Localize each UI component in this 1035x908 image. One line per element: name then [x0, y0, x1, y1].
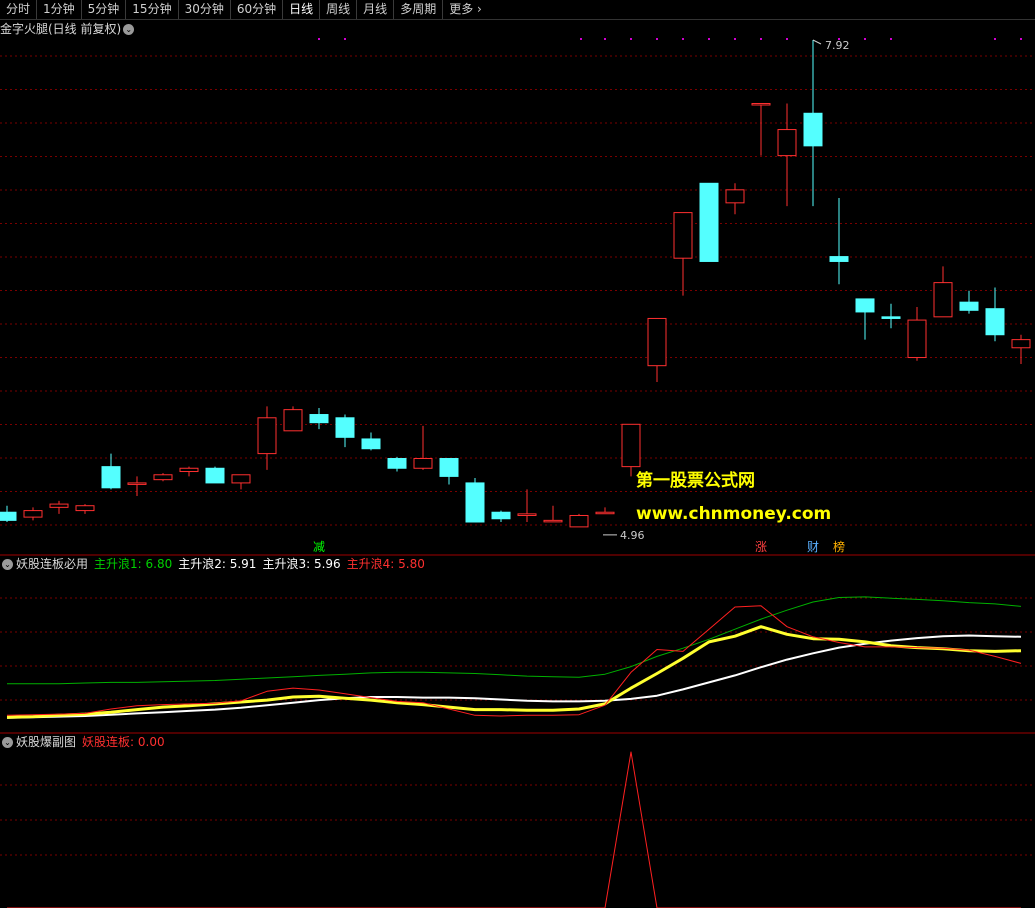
candle-body [335, 417, 355, 438]
candle-body [413, 457, 433, 469]
top-dot-marker [994, 38, 996, 40]
candle-body [439, 457, 459, 477]
top-dot-marker [580, 38, 582, 40]
candle-body [179, 467, 199, 473]
candle-body [725, 189, 745, 204]
candle-body [985, 308, 1005, 336]
indicator-series-1 [6, 634, 1022, 719]
candle-body [543, 519, 563, 523]
legend-entry: 主升浪2: 5.91 [178, 557, 257, 571]
sub-panel-name: 妖股爆副图 [16, 735, 77, 749]
collapse-icon[interactable]: ⌄ [2, 736, 13, 748]
main-panel-header: 金字火腿(日线 前复权) ⌄ [0, 21, 137, 37]
event-marker: 财 [807, 540, 819, 554]
top-dot-marker [786, 38, 788, 40]
candle-body [231, 474, 251, 484]
candle-body [361, 438, 381, 450]
candle-body [283, 409, 303, 432]
top-dot-marker [630, 38, 632, 40]
candle-body [881, 316, 901, 319]
high-arrow [812, 39, 822, 45]
top-dot-marker [760, 38, 762, 40]
candle-body [465, 482, 485, 523]
candle-body [673, 212, 693, 259]
candle-body [621, 423, 641, 468]
event-marker: 榜 [833, 539, 845, 554]
candle-body [517, 513, 537, 516]
candle-body [907, 319, 927, 359]
legend-entry: 主升浪4: 5.80 [346, 557, 425, 571]
candle-body [101, 466, 121, 489]
top-dot-marker [318, 38, 320, 40]
candle-body [257, 417, 277, 455]
top-dot-marker [890, 38, 892, 40]
indicator-series-0 [7, 596, 1022, 685]
low-price-label: 4.96 [620, 529, 645, 542]
top-dot-marker [864, 38, 866, 40]
stock-chart[interactable]: 7.92 4.96 减 涨 财榜 第一股票公式网 www.chnmoney.com [0, 0, 1035, 908]
candle-body [23, 510, 43, 518]
candle-body [1011, 339, 1031, 349]
candle-body [569, 514, 589, 528]
indicator-series-2 [6, 625, 1022, 719]
indicator-panel-name: 妖股连板必用 [16, 557, 89, 571]
candle-body [153, 474, 173, 481]
top-dot-marker [682, 38, 684, 40]
candle-body [0, 511, 17, 521]
candle-body [387, 457, 407, 469]
sub-panel-header: ⌄ 妖股爆副图 妖股连板: 0.00 [0, 734, 165, 750]
collapse-icon[interactable]: ⌄ [123, 23, 135, 35]
candle-body [595, 511, 615, 515]
candle-body [751, 103, 771, 106]
candle-body [75, 505, 95, 512]
event-marker: 涨 [755, 539, 767, 554]
top-dot-marker [1020, 38, 1022, 40]
collapse-icon[interactable]: ⌄ [2, 558, 13, 570]
top-dot-marker [734, 38, 736, 40]
signal-series-0 [7, 751, 1021, 908]
high-price-label: 7.92 [825, 39, 850, 52]
top-dot-marker [708, 38, 710, 40]
top-dot-marker [604, 38, 606, 40]
candle-body [855, 298, 875, 313]
legend-entry: 主升浪1: 6.80 [94, 557, 173, 571]
top-dot-marker [344, 38, 346, 40]
candle-body [49, 503, 69, 508]
candle-body [647, 317, 667, 367]
watermark-url: www.chnmoney.com [636, 504, 831, 524]
candle-body [803, 112, 823, 147]
candle-body [829, 256, 849, 262]
event-marker: 减 [313, 540, 325, 554]
candle-body [491, 511, 511, 520]
candle-body [127, 482, 147, 485]
candle-body [205, 467, 225, 484]
candle-body [699, 182, 719, 262]
candle-body [309, 414, 329, 424]
legend-entry: 妖股连板: 0.00 [82, 735, 165, 749]
top-dot-marker [656, 38, 658, 40]
watermark-title: 第一股票公式网 [636, 470, 755, 491]
legend-entry: 主升浪3: 5.96 [262, 557, 341, 571]
main-panel-title: 金字火腿(日线 前复权) [0, 22, 122, 36]
candle-body [933, 282, 953, 318]
indicator-panel-header: ⌄ 妖股连板必用 主升浪1: 6.80 主升浪2: 5.91 主升浪3: 5.96 主… [0, 556, 425, 572]
candle-body [777, 129, 797, 157]
candle-body [959, 301, 979, 311]
